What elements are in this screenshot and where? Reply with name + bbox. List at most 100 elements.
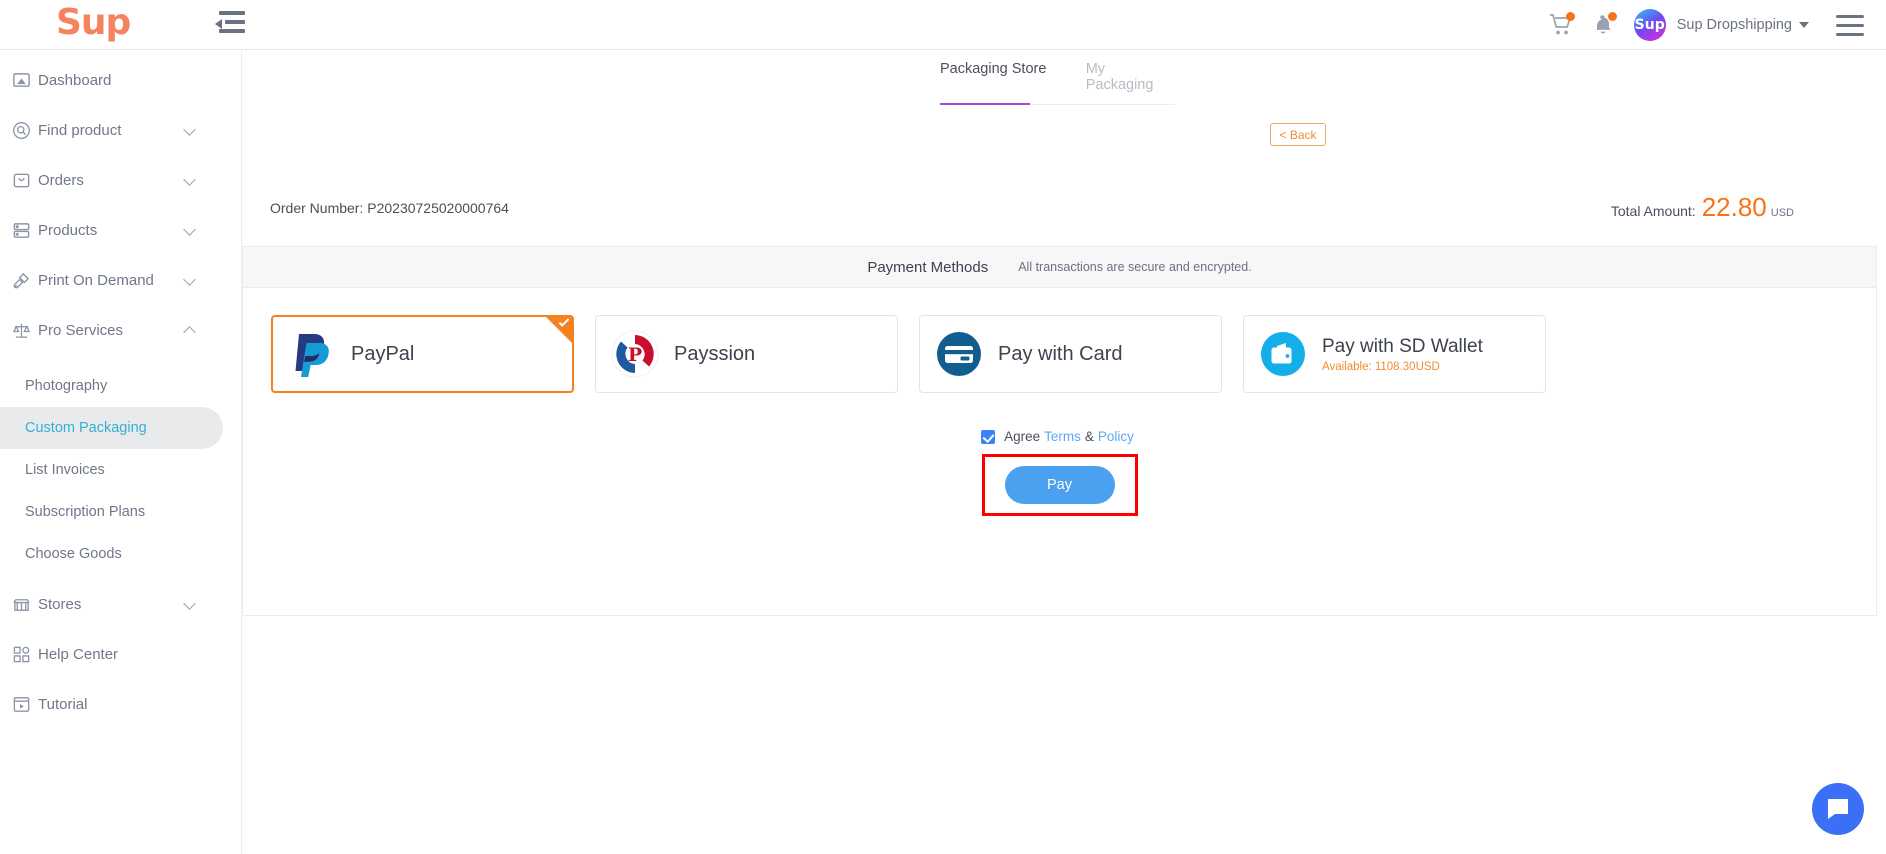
- sidebar-label-find-product: Find product: [38, 121, 122, 139]
- cart-badge-dot: [1565, 12, 1575, 21]
- sidebar-item-custom-packaging[interactable]: Custom Packaging: [0, 407, 223, 449]
- chat-bubble-icon[interactable]: [1812, 783, 1864, 835]
- sidebar-label-dashboard: Dashboard: [38, 71, 112, 89]
- order-number-value: P20230725020000764: [367, 200, 509, 216]
- brand-logo[interactable]: Sup: [56, 2, 131, 43]
- sidebar-subitems: Photography Custom Packaging List Invoic…: [0, 365, 241, 575]
- sidebar-item-products[interactable]: Products: [0, 215, 241, 245]
- payment-panel-header: Payment Methods All transactions are sec…: [243, 247, 1876, 288]
- design-tools-icon: [4, 271, 38, 290]
- total-amount-value: 22.80: [1701, 192, 1767, 222]
- main-content: Packaging Store My Packaging < Back Orde…: [242, 50, 1886, 854]
- collapse-bar-2: [225, 20, 245, 24]
- sidebar-label-pro-services: Pro Services: [38, 321, 124, 339]
- sidebar-label-tutorial: Tutorial: [38, 695, 88, 713]
- agree-checkbox[interactable]: [981, 429, 996, 444]
- agree-label: Agree: [1004, 429, 1041, 444]
- sidebar-label-help-center: Help Center: [38, 645, 119, 663]
- payment-method-payssion-text: Payssion: [674, 343, 755, 366]
- payment-method-paypal-text: PayPal: [351, 343, 414, 366]
- tab-my-packaging[interactable]: My Packaging: [1086, 61, 1175, 104]
- bag-icon: [4, 171, 38, 190]
- tab-bar: Packaging Store My Packaging: [940, 61, 1175, 105]
- payment-method-card[interactable]: Pay with Card: [919, 315, 1222, 393]
- sidebar-label-custom-packaging: Custom Packaging: [25, 420, 147, 436]
- order-number: Order Number: P20230725020000764: [270, 200, 509, 216]
- search-circle-icon: [4, 121, 38, 140]
- credit-card-icon: [920, 329, 998, 379]
- sidebar-label-choose-goods: Choose Goods: [25, 546, 122, 562]
- tab-packaging-store[interactable]: Packaging Store: [940, 61, 1056, 105]
- collapse-menu-icon[interactable]: [215, 11, 245, 37]
- total-amount-currency: USD: [1770, 207, 1794, 219]
- sidebar-item-print-on-demand[interactable]: Print On Demand: [0, 265, 241, 295]
- wallet-icon: [1244, 329, 1322, 379]
- payment-method-card-label: Pay with Card: [998, 342, 1123, 365]
- hamburger-icon[interactable]: [1836, 14, 1864, 36]
- sidebar-item-dashboard[interactable]: Dashboard: [0, 65, 241, 95]
- sidebar-label-print-on-demand: Print On Demand: [38, 271, 154, 289]
- server-icon: [4, 221, 38, 240]
- pay-button-highlight: Pay: [981, 454, 1138, 516]
- store-icon: [4, 595, 38, 614]
- header-right-group: Sup Sup Dropshipping: [1540, 0, 1864, 50]
- payment-panel: Payment Methods All transactions are sec…: [242, 246, 1877, 616]
- chevron-down-icon: [183, 123, 196, 136]
- paypal-logo-icon: [273, 331, 351, 377]
- payment-method-sd-wallet-text: Pay with SD Wallet Available: 1108.30USD: [1322, 336, 1483, 373]
- sidebar-item-help-center[interactable]: Help Center: [0, 639, 241, 669]
- avatar[interactable]: Sup: [1633, 9, 1666, 41]
- total-amount: Total Amount: 22.80 USD: [1611, 192, 1794, 223]
- collapse-arrow: [215, 19, 222, 29]
- total-amount-label: Total Amount:: [1610, 203, 1696, 219]
- chevron-down-icon: [1799, 22, 1809, 29]
- video-icon: [4, 695, 38, 714]
- top-header: Sup Sup Sup Dropshipping: [0, 0, 1886, 50]
- chevron-down-icon: [183, 597, 196, 610]
- hamburger-bar-3: [1836, 32, 1864, 36]
- sidebar-item-list-invoices[interactable]: List Invoices: [0, 449, 223, 491]
- bell-icon[interactable]: [1582, 4, 1624, 46]
- username-text: Sup Dropshipping: [1676, 17, 1792, 33]
- username-label[interactable]: Sup Dropshipping: [1677, 17, 1809, 33]
- sidebar-label-products: Products: [38, 221, 98, 239]
- payment-methods-list: PayPal P Payssion Pay with Card Pay with…: [243, 288, 1876, 393]
- cart-icon[interactable]: [1540, 4, 1582, 46]
- sidebar-item-subscription-plans[interactable]: Subscription Plans: [0, 491, 223, 533]
- hamburger-bar-1: [1836, 14, 1864, 18]
- chevron-down-icon: [183, 223, 196, 236]
- svg-text:P: P: [628, 344, 642, 366]
- sidebar-item-tutorial[interactable]: Tutorial: [0, 689, 241, 719]
- grid-help-icon: [4, 645, 38, 664]
- sidebar-label-subscription-plans: Subscription Plans: [25, 504, 146, 520]
- back-button[interactable]: < Back: [1270, 123, 1326, 146]
- payment-security-note: All transactions are secure and encrypte…: [1018, 260, 1252, 274]
- sidebar-item-photography[interactable]: Photography: [0, 365, 223, 407]
- policy-link[interactable]: Policy: [1098, 429, 1134, 444]
- hamburger-bar-2: [1836, 23, 1864, 27]
- scales-icon: [4, 321, 38, 340]
- payment-method-paypal[interactable]: PayPal: [271, 315, 574, 393]
- payment-method-card-text: Pay with Card: [998, 343, 1123, 366]
- sidebar-item-find-product[interactable]: Find product: [0, 115, 241, 145]
- payment-method-payssion-label: Payssion: [674, 342, 756, 365]
- payment-method-sd-wallet-label: Pay with SD Wallet: [1322, 335, 1483, 357]
- terms-link[interactable]: Terms: [1044, 429, 1081, 444]
- chevron-up-icon: [183, 326, 196, 339]
- chevron-down-icon: [183, 273, 196, 286]
- collapse-bar-3: [219, 29, 245, 33]
- payment-method-sd-wallet[interactable]: Pay with SD Wallet Available: 1108.30USD: [1243, 315, 1546, 393]
- pay-button[interactable]: Pay: [1004, 466, 1115, 504]
- order-number-label: Order Number:: [270, 200, 364, 216]
- sidebar-item-orders[interactable]: Orders: [0, 165, 241, 195]
- payment-method-sd-wallet-balance: Available: 1108.30USD: [1322, 360, 1440, 373]
- dashboard-icon: [4, 71, 38, 90]
- payment-method-payssion[interactable]: P Payssion: [595, 315, 898, 393]
- sidebar-item-pro-services[interactable]: Pro Services: [0, 315, 241, 345]
- collapse-bar-1: [219, 11, 245, 15]
- payment-methods-title: Payment Methods: [867, 258, 989, 276]
- agree-row: Agree Terms & Policy: [243, 429, 1876, 444]
- sidebar-label-photography: Photography: [25, 378, 108, 394]
- sidebar-item-stores[interactable]: Stores: [0, 589, 241, 619]
- sidebar-item-choose-goods[interactable]: Choose Goods: [0, 533, 223, 575]
